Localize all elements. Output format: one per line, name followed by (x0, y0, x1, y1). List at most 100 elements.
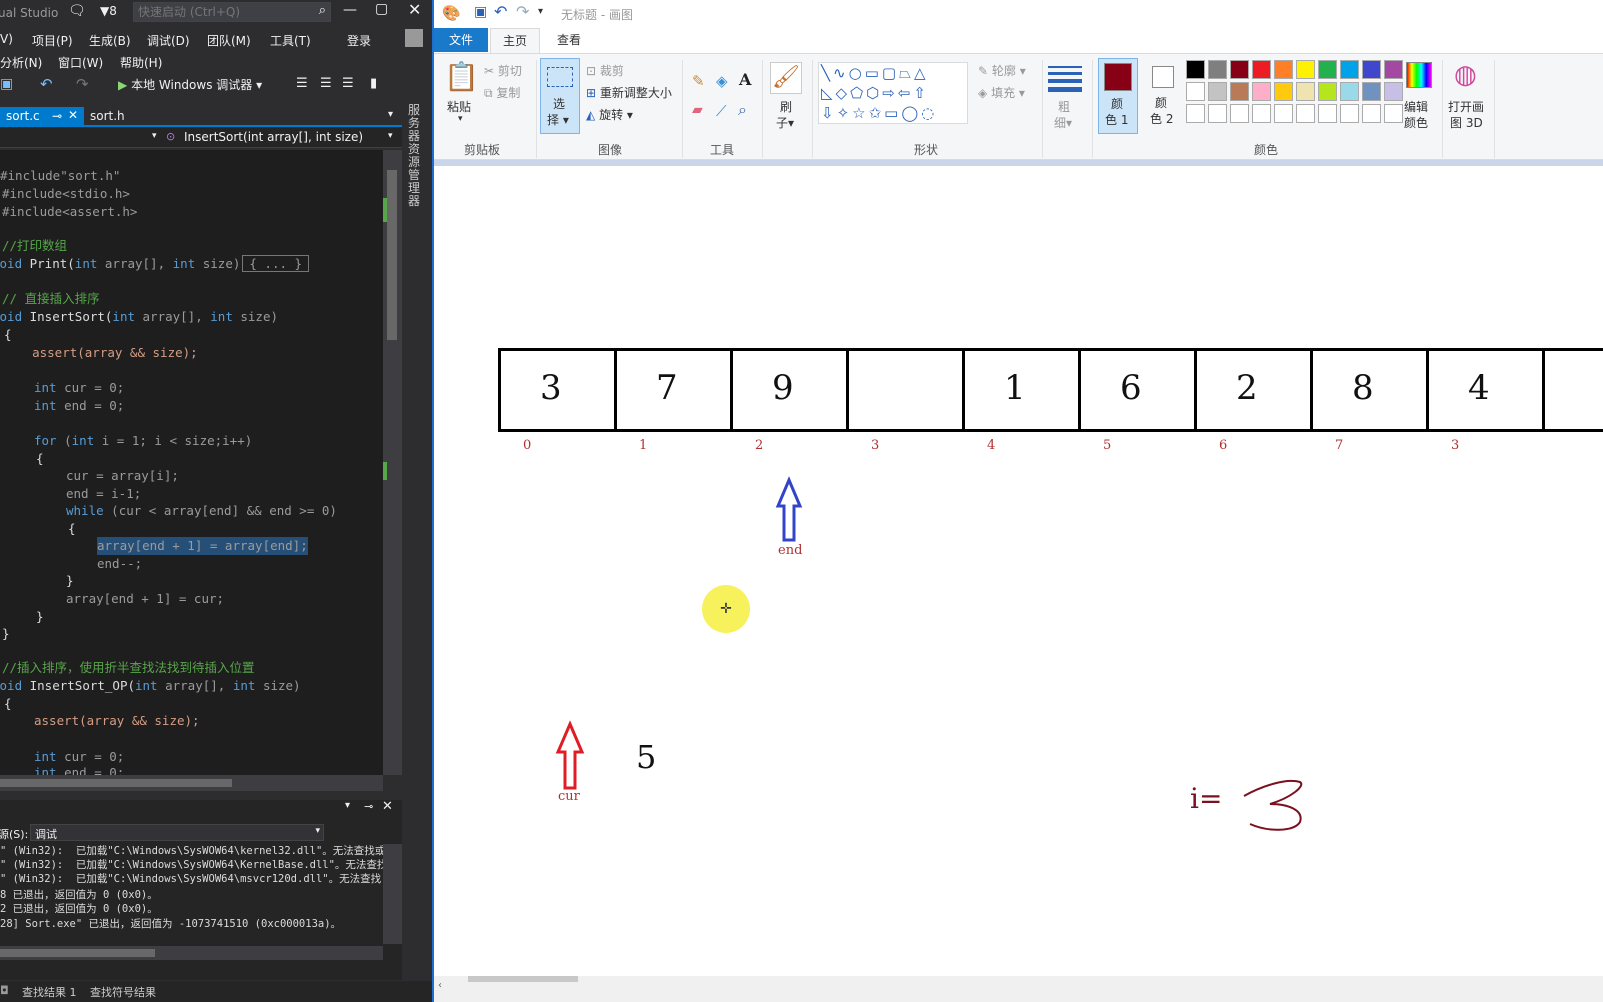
palette-swatch[interactable] (1252, 60, 1271, 79)
palette-swatch[interactable] (1252, 82, 1271, 101)
drawing-canvas[interactable] (434, 160, 1603, 980)
close-icon[interactable]: ✕ (408, 0, 421, 19)
tab-view[interactable]: 查看 (544, 28, 594, 52)
chevron-down-icon[interactable]: ▾ (345, 800, 350, 811)
chevron-down-icon[interactable]: ▾ (152, 131, 157, 141)
outline-button[interactable]: ✎ 轮廓 ▾ (978, 62, 1026, 79)
undo-icon[interactable]: ↶ (494, 2, 507, 21)
tab-dropdown-icon[interactable]: ▾ (388, 109, 393, 120)
menu-team[interactable]: 团队(M) (207, 32, 251, 49)
color2-button[interactable]: 颜 色 2 (1142, 58, 1182, 134)
palette-swatch[interactable] (1340, 60, 1359, 79)
palette-swatch[interactable] (1296, 104, 1315, 123)
paint3d-label-2[interactable]: 图 3D (1450, 114, 1483, 131)
palette-swatch[interactable] (1384, 104, 1403, 123)
code-editor[interactable]: #include"sort.h" #include<stdio.h> #incl… (0, 150, 383, 775)
palette-swatch[interactable] (1230, 104, 1249, 123)
tab-home[interactable]: 主页 (490, 28, 540, 53)
menu-view[interactable]: V) (0, 32, 13, 46)
editor-vertical-scrollbar[interactable] (383, 150, 402, 775)
pin-icon[interactable]: ⊸ (52, 109, 62, 123)
tab-file[interactable]: 文件 (434, 28, 488, 52)
redo-icon[interactable]: ↷ (76, 75, 89, 93)
edit-colors-label-2[interactable]: 颜色 (1404, 114, 1428, 131)
size-icon[interactable] (1048, 64, 1082, 92)
shapes-row-2[interactable]: ◺◇⬠⬡⇨⇦⇧ (821, 83, 929, 103)
palette-swatch[interactable] (1186, 82, 1205, 101)
select-button[interactable]: 选 择 ▾ (540, 58, 580, 134)
palette-swatch[interactable] (1318, 82, 1337, 101)
undo-icon[interactable]: ↶ (40, 75, 53, 93)
output-scrollbar[interactable] (383, 844, 402, 944)
quick-launch-input[interactable] (136, 4, 306, 20)
palette-swatch[interactable] (1384, 60, 1403, 79)
tab-sort-h[interactable]: sort.h (84, 107, 131, 127)
maximize-icon[interactable]: ▢ (375, 1, 388, 17)
palette-swatch[interactable] (1296, 60, 1315, 79)
indent-icon[interactable]: ☰ (296, 76, 308, 91)
save-icon[interactable]: ▣ (474, 4, 487, 20)
redo-icon[interactable]: ↷ (516, 2, 529, 21)
color-picker-icon[interactable]: ⟋ (716, 102, 727, 120)
scroll-thumb[interactable] (0, 949, 155, 957)
size-label-1[interactable]: 粗 (1058, 98, 1070, 115)
color1-button[interactable]: 颜 色 1 (1098, 58, 1138, 134)
edit-colors-label-1[interactable]: 编辑 (1404, 98, 1428, 115)
palette-swatch[interactable] (1274, 82, 1293, 101)
minimize-icon[interactable]: — (343, 2, 357, 18)
paste-icon[interactable]: 📋 (444, 60, 479, 93)
output-hscrollbar[interactable] (0, 946, 383, 960)
palette-swatch[interactable] (1230, 82, 1249, 101)
brush-icon[interactable]: 🖌 (770, 62, 802, 94)
palette-swatch[interactable] (1252, 104, 1271, 123)
palette-swatch[interactable] (1208, 104, 1227, 123)
pencil-icon[interactable]: ✎ (692, 72, 705, 90)
tab-find-results[interactable]: 查找结果 1 (22, 984, 77, 1000)
paste-button[interactable]: 粘贴 (447, 98, 471, 115)
palette-swatch[interactable] (1318, 104, 1337, 123)
shapes-gallery[interactable]: ╲∿○▭▢⏢△ ◺◇⬠⬡⇨⇦⇧ ⇩✧☆✩▭◯◌ (818, 62, 968, 124)
palette-swatch[interactable] (1296, 82, 1315, 101)
start-debug-button[interactable]: ▶ 本地 Windows 调试器 ▾ (118, 76, 262, 93)
sign-in-link[interactable]: 登录 (347, 32, 371, 49)
paint3d-label-1[interactable]: 打开画 (1448, 98, 1484, 115)
notification-icon[interactable]: ▼8 (100, 4, 117, 18)
feedback-icon[interactable]: 🗨 (68, 3, 86, 19)
tab-find-symbol-results[interactable]: 查找符号结果 (90, 984, 156, 1000)
eraser-icon[interactable]: ▰ (692, 102, 703, 118)
palette-swatch[interactable] (1340, 104, 1359, 123)
rotate-button[interactable]: ◭ 旋转 ▾ (586, 106, 633, 123)
edit-colors-icon[interactable] (1406, 62, 1432, 88)
editor-horizontal-scrollbar[interactable] (0, 775, 383, 791)
output-source-select[interactable]: 调试 ▾ (30, 824, 324, 841)
tab-close-icon[interactable]: ✕ (68, 108, 78, 122)
copy-button[interactable]: ⧉ 复制 (484, 84, 520, 101)
tab-sort-c[interactable]: sort.c ⊸ ✕ (0, 107, 84, 127)
crop-button[interactable]: ⊡ 裁剪 (586, 62, 624, 79)
shapes-row-3[interactable]: ⇩✧☆✩▭◯◌ (821, 103, 937, 123)
palette-swatch[interactable] (1362, 104, 1381, 123)
menu-debug[interactable]: 调试(D) (147, 32, 190, 49)
palette-swatch[interactable] (1186, 60, 1205, 79)
shapes-row-1[interactable]: ╲∿○▭▢⏢△ (821, 63, 929, 83)
close-icon[interactable]: ✕ (382, 799, 393, 814)
server-explorer-tab[interactable]: 服务器资源管理器 (403, 100, 432, 800)
paint3d-icon[interactable]: ◍ (1454, 60, 1477, 90)
palette-swatch[interactable] (1318, 60, 1337, 79)
outdent-icon[interactable]: ☰ (320, 76, 332, 91)
search-icon[interactable]: ⌕ (319, 3, 326, 18)
menu-analyze[interactable]: 分析(N) (0, 54, 42, 71)
palette-swatch[interactable] (1362, 60, 1381, 79)
menu-window[interactable]: 窗口(W) (58, 54, 103, 71)
palette-swatch[interactable] (1362, 82, 1381, 101)
palette-swatch[interactable] (1340, 82, 1359, 101)
color-palette[interactable] (1186, 60, 1406, 126)
palette-swatch[interactable] (1384, 82, 1403, 101)
avatar[interactable] (405, 29, 423, 47)
scroll-thumb[interactable] (468, 976, 578, 982)
palette-swatch[interactable] (1208, 82, 1227, 101)
menu-tools[interactable]: 工具(T) (270, 32, 311, 49)
scroll-left-icon[interactable]: ‹ (438, 980, 442, 991)
comment-icon[interactable]: ☰ (342, 76, 354, 91)
pin-icon[interactable]: ⊸ (364, 800, 373, 813)
